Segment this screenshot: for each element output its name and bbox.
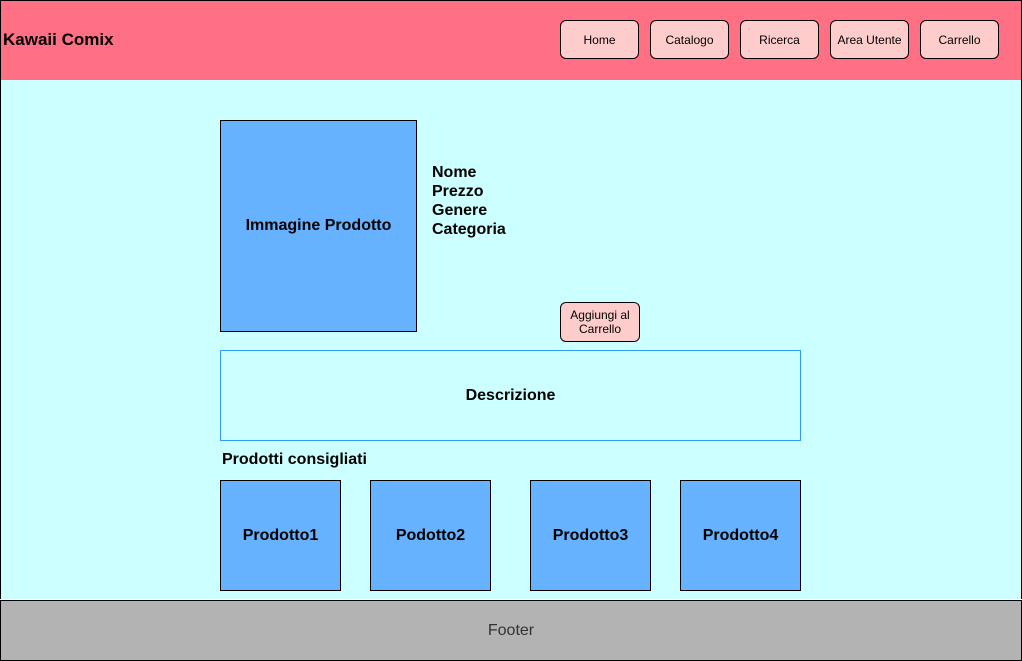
- product-info: Nome Prezzo Genere Categoria: [432, 163, 506, 239]
- nav-home-button[interactable]: Home: [560, 20, 639, 59]
- recommended-product-2[interactable]: Podotto2: [370, 480, 491, 591]
- recommended-title: Prodotti consigliati: [222, 451, 367, 468]
- main-content: [0, 80, 1022, 599]
- brand-logo[interactable]: Kawaii Comix: [3, 30, 114, 50]
- recommended-product-1[interactable]: Prodotto1: [220, 480, 341, 591]
- product-genre: Genere: [432, 202, 488, 219]
- product-image: Immagine Prodotto: [220, 120, 417, 332]
- recommended-product-3[interactable]: Prodotto3: [530, 480, 651, 591]
- header: Kawaii Comix Home Catalogo Ricerca Area …: [0, 0, 1022, 81]
- add-to-cart-button[interactable]: Aggiungi al Carrello: [560, 302, 640, 342]
- nav-carrello-button[interactable]: Carrello: [920, 20, 999, 59]
- product-price: Prezzo: [432, 183, 484, 200]
- product-name: Nome: [432, 164, 477, 181]
- nav-ricerca-button[interactable]: Ricerca: [740, 20, 819, 59]
- product-category: Categoria: [432, 221, 506, 238]
- nav-catalogo-button[interactable]: Catalogo: [650, 20, 729, 59]
- footer-label: Footer: [487, 621, 535, 639]
- product-description: Descrizione: [220, 350, 801, 441]
- product-image-label: Immagine Prodotto: [245, 217, 392, 234]
- nav-area-utente-button[interactable]: Area Utente: [830, 20, 909, 59]
- recommended-product-4[interactable]: Prodotto4: [680, 480, 801, 591]
- description-label: Descrizione: [465, 386, 556, 404]
- footer: Footer: [0, 600, 1022, 661]
